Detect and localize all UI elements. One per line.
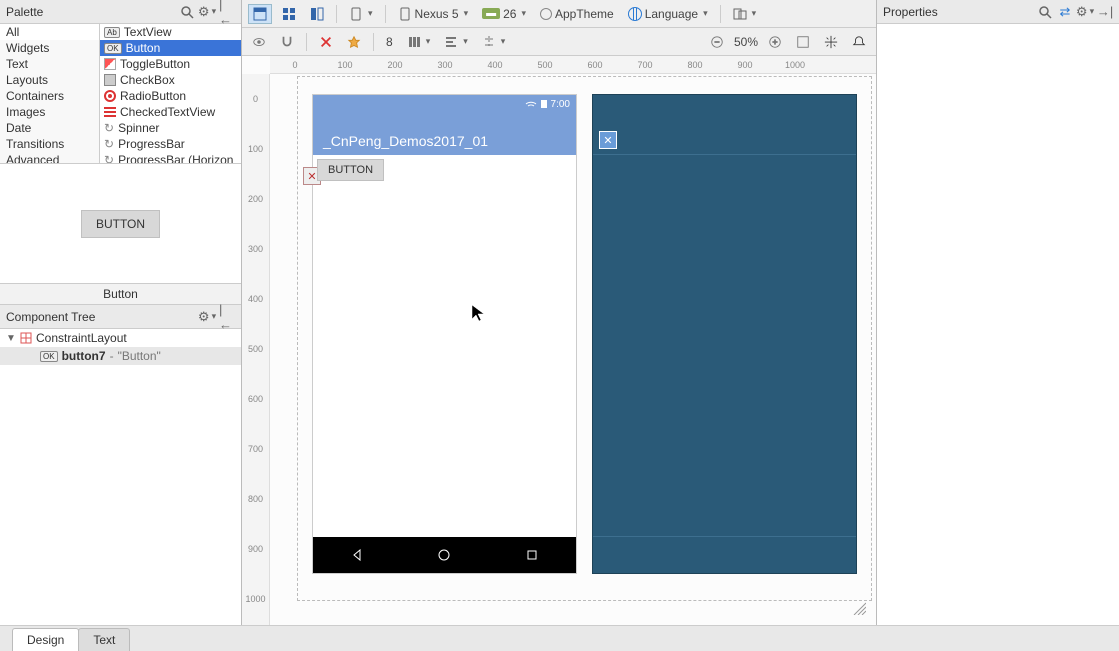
- tree-root[interactable]: ▼ ConstraintLayout: [0, 329, 241, 347]
- zoom-out-icon[interactable]: [706, 32, 728, 52]
- nav-back-icon[interactable]: [350, 548, 364, 562]
- search-icon[interactable]: [179, 4, 195, 20]
- palette-widget[interactable]: ↻ProgressBar (Horizon: [100, 152, 241, 163]
- zoom-in-icon[interactable]: [764, 32, 786, 52]
- palette-category[interactable]: Images: [0, 104, 99, 120]
- tab-text[interactable]: Text: [78, 628, 130, 651]
- editor-toolbar-top: ▾ Nexus 5▾ ▬26▾ AppTheme Language▾ ▾: [242, 0, 876, 28]
- palette-widget-list: AbTextView OKButton ToggleButton CheckBo…: [100, 24, 241, 163]
- view-design-icon[interactable]: [248, 4, 272, 24]
- editor-toolbar-second: 8 ▾ ▾ ▾ 50%: [242, 28, 876, 56]
- palette-category[interactable]: Layouts: [0, 72, 99, 88]
- battery-icon: [540, 99, 548, 109]
- tree-title: Component Tree: [6, 310, 199, 324]
- variants-icon[interactable]: ▾: [729, 4, 761, 24]
- ruler-horizontal: 01002003004005006007008009001000: [270, 56, 876, 74]
- palette-category[interactable]: Transitions: [0, 136, 99, 152]
- pack-icon[interactable]: ▾: [403, 32, 435, 52]
- expand-icon[interactable]: ▼: [6, 333, 16, 344]
- nav-recent-icon[interactable]: [525, 548, 539, 562]
- infer-constraints-icon[interactable]: [343, 32, 365, 52]
- gear-icon[interactable]: ⚙▾: [199, 309, 215, 325]
- device-button[interactable]: BUTTON: [317, 159, 384, 181]
- palette-sidebar: Palette ⚙▾ |← All Widgets Text Layouts C…: [0, 0, 242, 625]
- gear-icon[interactable]: ⚙▾: [199, 4, 215, 20]
- properties-body: [877, 24, 1119, 625]
- swap-icon[interactable]: ⇄: [1057, 4, 1073, 20]
- view-blueprint-icon[interactable]: [278, 4, 300, 24]
- mouse-cursor-icon: [471, 304, 485, 322]
- palette-widget[interactable]: CheckedTextView: [100, 104, 241, 120]
- ok-badge: OK: [40, 351, 58, 362]
- eye-icon[interactable]: [248, 32, 270, 52]
- palette-widget[interactable]: AbTextView: [100, 24, 241, 40]
- app-title: _CnPeng_Demos2017_01: [323, 133, 488, 149]
- editor-mode-tabs: Design Text: [0, 625, 1119, 651]
- palette-preview: BUTTON: [0, 164, 241, 284]
- blueprint-handle-icon[interactable]: ✕: [599, 131, 617, 149]
- palette-widget[interactable]: OKButton: [100, 40, 241, 56]
- device-selector[interactable]: Nexus 5▾: [394, 4, 473, 24]
- component-tree: ▼ ConstraintLayout OK button7 - "Button": [0, 329, 241, 625]
- blueprint-preview[interactable]: ✕: [592, 94, 857, 574]
- view-both-icon[interactable]: [306, 4, 328, 24]
- wifi-icon: [525, 99, 537, 109]
- tab-design[interactable]: Design: [12, 628, 79, 651]
- magnet-icon[interactable]: [276, 32, 298, 52]
- device-preview[interactable]: ✕ 7:00 _CnPeng_Demos2017_01 BUTTON: [312, 94, 577, 574]
- default-margin[interactable]: 8: [382, 32, 397, 52]
- palette-widget[interactable]: CheckBox: [100, 72, 241, 88]
- app-bar: 7:00 _CnPeng_Demos2017_01: [313, 95, 576, 155]
- tree-child-text: "Button": [118, 349, 161, 363]
- palette-widget[interactable]: ToggleButton: [100, 56, 241, 72]
- palette-category[interactable]: Date: [0, 120, 99, 136]
- locale-selector[interactable]: Language▾: [624, 4, 712, 24]
- clear-constraints-icon[interactable]: [315, 32, 337, 52]
- zoom-level: 50%: [734, 35, 758, 49]
- ruler-vertical: 01002003004005006007008009001000: [242, 74, 270, 625]
- tree-node-label: ConstraintLayout: [36, 331, 127, 345]
- palette-category[interactable]: Text: [0, 56, 99, 72]
- guideline-icon[interactable]: ▾: [478, 32, 510, 52]
- palette-category[interactable]: Widgets: [0, 40, 99, 56]
- gear-icon[interactable]: ⚙▾: [1077, 4, 1093, 20]
- palette-categories: All Widgets Text Layouts Containers Imag…: [0, 24, 100, 163]
- design-editor: ▾ Nexus 5▾ ▬26▾ AppTheme Language▾ ▾ 8 ▾…: [242, 0, 877, 625]
- nav-bar: [313, 537, 576, 573]
- nav-home-icon[interactable]: [437, 548, 451, 562]
- palette-widget[interactable]: ↻ProgressBar: [100, 136, 241, 152]
- palette-header: Palette ⚙▾ |←: [0, 0, 241, 24]
- resize-corner-icon[interactable]: [850, 599, 866, 615]
- palette-category[interactable]: Advanced: [0, 152, 99, 163]
- palette-category[interactable]: All: [0, 24, 99, 40]
- properties-title: Properties: [883, 5, 1037, 19]
- notification-icon[interactable]: [848, 32, 870, 52]
- preview-button[interactable]: BUTTON: [81, 210, 160, 238]
- orientation-icon[interactable]: ▾: [345, 4, 377, 24]
- preview-label: Button: [0, 284, 241, 305]
- collapse-icon[interactable]: |←: [219, 4, 235, 20]
- palette-widget[interactable]: ↻Spinner: [100, 120, 241, 136]
- expand-icon[interactable]: →|: [1097, 4, 1113, 20]
- align-icon[interactable]: ▾: [440, 32, 472, 52]
- collapse-icon[interactable]: |←: [219, 309, 235, 325]
- design-surface[interactable]: 01002003004005006007008009001000 0100200…: [242, 56, 876, 625]
- theme-selector[interactable]: AppTheme: [536, 4, 618, 24]
- search-icon[interactable]: [1037, 4, 1053, 20]
- tree-child-id: button7: [62, 349, 106, 363]
- api-selector[interactable]: ▬26▾: [478, 4, 530, 24]
- palette-title: Palette: [6, 5, 179, 19]
- tree-child[interactable]: OK button7 - "Button": [0, 347, 241, 365]
- palette-widget[interactable]: RadioButton: [100, 88, 241, 104]
- pan-icon[interactable]: [820, 32, 842, 52]
- status-time: 7:00: [551, 99, 570, 110]
- zoom-fit-icon[interactable]: [792, 32, 814, 52]
- properties-sidebar: Properties ⇄ ⚙▾ →|: [877, 0, 1119, 625]
- palette-category[interactable]: Containers: [0, 88, 99, 104]
- properties-header: Properties ⇄ ⚙▾ →|: [877, 0, 1119, 24]
- tree-header: Component Tree ⚙▾ |←: [0, 305, 241, 329]
